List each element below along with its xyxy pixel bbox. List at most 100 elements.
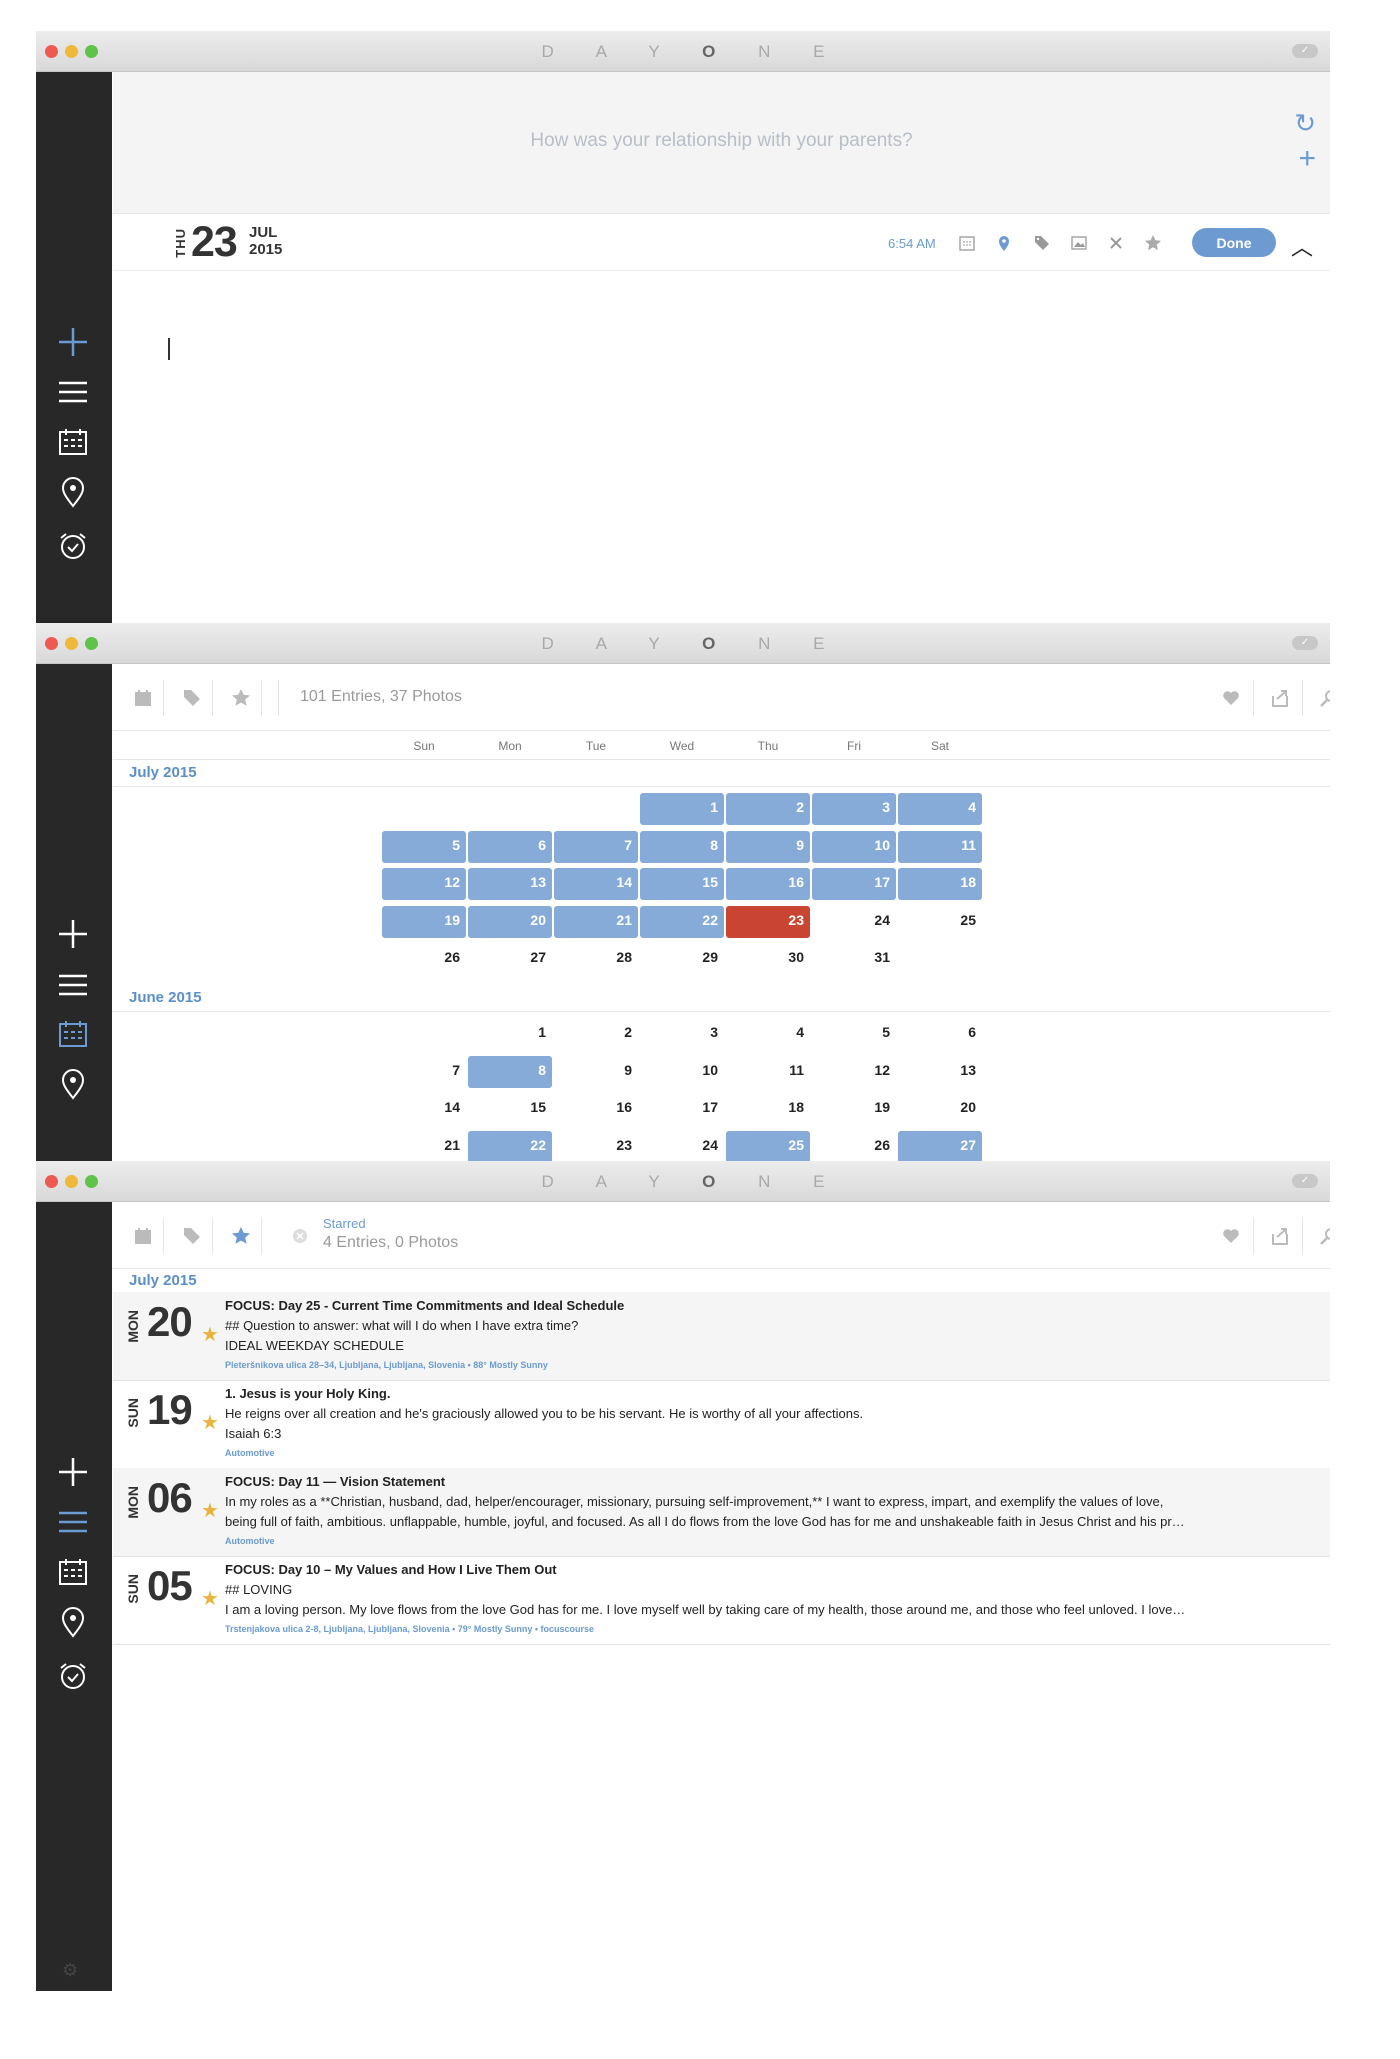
add-prompt-icon[interactable]: + <box>1298 144 1316 174</box>
calendar-view-icon[interactable] <box>48 422 98 462</box>
calendar-day-cell[interactable]: 10 <box>812 830 896 863</box>
calendar-day-cell[interactable]: 3 <box>812 793 896 825</box>
calendar-day-cell[interactable]: 24 <box>640 1131 724 1162</box>
calendar-day-cell[interactable]: 9 <box>726 830 810 863</box>
calendar-day-cell[interactable]: 19 <box>812 1093 896 1125</box>
collapse-chevron-up-icon[interactable]: ︿ <box>1291 230 1313 262</box>
calendar-day-cell[interactable]: 3 <box>640 1018 724 1050</box>
calendar-day-cell[interactable]: 12 <box>382 868 466 900</box>
calendar-day-cell[interactable]: 23 <box>554 1131 638 1162</box>
calendar-day-cell[interactable]: 14 <box>554 868 638 900</box>
calendar-day-cell[interactable]: 23 <box>726 905 810 938</box>
calendar-icon[interactable] <box>956 232 978 254</box>
search-icon[interactable] <box>1317 1224 1330 1248</box>
calendar-day-cell[interactable]: 7 <box>554 830 638 863</box>
calendar-day-cell[interactable]: 4 <box>898 793 982 825</box>
calendar-day-cell[interactable]: 26 <box>382 943 466 975</box>
calendar-day-cell[interactable]: 29 <box>640 943 724 975</box>
star-icon[interactable] <box>1142 232 1164 254</box>
tag-filter-icon[interactable] <box>180 686 204 710</box>
map-pin-icon[interactable] <box>48 1602 98 1642</box>
favorite-heart-icon[interactable] <box>1219 686 1243 710</box>
calendar-day-cell[interactable]: 16 <box>554 1093 638 1125</box>
map-pin-icon[interactable] <box>48 1064 98 1104</box>
calendar-day-cell[interactable]: 22 <box>468 1130 552 1161</box>
photo-icon[interactable] <box>1068 232 1090 254</box>
calendar-day-cell[interactable]: 5 <box>382 830 466 863</box>
share-icon[interactable] <box>1268 686 1292 710</box>
title-bar[interactable]: D A Y O N E ✓ <box>36 623 1330 664</box>
calendar-day-cell[interactable]: 19 <box>382 905 466 938</box>
calendar-filter-icon[interactable] <box>131 1224 155 1248</box>
settings-gear-icon[interactable]: ⚙ <box>62 1960 78 1981</box>
calendar-day-cell[interactable]: 30 <box>726 943 810 975</box>
calendar-day-cell[interactable]: 15 <box>640 868 724 900</box>
entry-row[interactable]: MON 06 ★ FOCUS: Day 11 — Vision Statement In… <box>113 1468 1330 1557</box>
entry-time[interactable]: 6:54 AM <box>888 236 936 251</box>
calendar-day-cell[interactable]: 2 <box>554 1018 638 1050</box>
title-bar[interactable]: D A Y O N E ✓ <box>36 31 1330 72</box>
calendar-day-cell[interactable]: 27 <box>468 943 552 975</box>
calendar-day-cell[interactable]: 18 <box>898 868 982 900</box>
new-entry-plus-icon[interactable] <box>48 914 98 954</box>
favorite-heart-icon[interactable] <box>1219 1224 1243 1248</box>
calendar-day-cell[interactable]: 25 <box>726 1130 810 1161</box>
delete-x-icon[interactable] <box>1105 232 1127 254</box>
entry-row[interactable]: SUN 05 ★ FOCUS: Day 10 – My Values and How … <box>113 1556 1330 1645</box>
calendar-day-cell[interactable]: 9 <box>554 1056 638 1088</box>
refresh-prompt-icon[interactable]: ↻ <box>1294 108 1316 139</box>
calendar-day-cell[interactable]: 21 <box>382 1131 466 1162</box>
calendar-day-cell[interactable]: 7 <box>382 1056 466 1088</box>
star-filter-icon[interactable] <box>229 686 253 710</box>
calendar-day-cell[interactable]: 20 <box>468 905 552 938</box>
calendar-view-icon[interactable] <box>48 1552 98 1592</box>
calendar-day-cell[interactable]: 20 <box>898 1093 982 1125</box>
calendar-day-cell[interactable]: 24 <box>812 906 896 938</box>
sync-cloud-icon[interactable]: ✓ <box>1292 44 1318 58</box>
calendar-day-cell[interactable]: 11 <box>898 830 982 863</box>
calendar-day-cell[interactable]: 22 <box>640 905 724 938</box>
calendar-day-cell[interactable]: 15 <box>468 1093 552 1125</box>
entry-day[interactable]: 23 <box>191 218 238 267</box>
calendar-day-cell[interactable]: 21 <box>554 905 638 938</box>
calendar-day-cell[interactable]: 11 <box>726 1056 810 1088</box>
map-pin-icon[interactable] <box>48 472 98 512</box>
entry-row[interactable]: MON 20 ★ FOCUS: Day 25 - Current Time Commi… <box>113 1292 1330 1381</box>
tag-icon[interactable] <box>1031 232 1053 254</box>
sync-cloud-icon[interactable]: ✓ <box>1292 636 1318 650</box>
title-bar[interactable]: D A Y O N E ✓ <box>36 1161 1330 1202</box>
calendar-day-cell[interactable]: 10 <box>640 1056 724 1088</box>
calendar-day-cell[interactable]: 25 <box>898 906 982 938</box>
calendar-day-cell[interactable]: 8 <box>640 830 724 863</box>
calendar-day-cell[interactable]: 17 <box>812 868 896 900</box>
sync-cloud-icon[interactable]: ✓ <box>1292 1174 1318 1188</box>
calendar-day-cell[interactable]: 2 <box>726 793 810 825</box>
search-icon[interactable] <box>1317 686 1330 710</box>
calendar-day-cell[interactable]: 4 <box>726 1018 810 1050</box>
calendar-day-cell[interactable]: 6 <box>898 1018 982 1050</box>
calendar-day-cell[interactable]: 26 <box>812 1131 896 1162</box>
calendar-day-cell[interactable]: 1 <box>640 793 724 825</box>
list-view-icon[interactable] <box>48 965 98 1005</box>
calendar-day-cell[interactable]: 13 <box>898 1056 982 1088</box>
clear-filter-icon[interactable] <box>288 1224 312 1248</box>
reminder-alarm-icon[interactable] <box>48 526 98 566</box>
new-entry-plus-icon[interactable] <box>48 322 98 362</box>
star-filter-icon[interactable] <box>229 1224 253 1248</box>
calendar-day-cell[interactable]: 13 <box>468 868 552 900</box>
new-entry-plus-icon[interactable] <box>48 1452 98 1492</box>
calendar-day-cell[interactable]: 12 <box>812 1056 896 1088</box>
calendar-day-cell[interactable]: 28 <box>554 943 638 975</box>
calendar-day-cell[interactable]: 8 <box>468 1055 552 1088</box>
calendar-day-cell[interactable]: 5 <box>812 1018 896 1050</box>
entry-row[interactable]: SUN 19 ★ 1. Jesus is your Holy King. He reig… <box>113 1380 1330 1469</box>
calendar-day-cell[interactable]: 6 <box>468 830 552 863</box>
tag-filter-icon[interactable] <box>180 1224 204 1248</box>
calendar-view-icon[interactable] <box>48 1014 98 1054</box>
calendar-day-cell[interactable]: 14 <box>382 1093 466 1125</box>
calendar-day-cell[interactable]: 16 <box>726 868 810 900</box>
calendar-day-cell[interactable]: 17 <box>640 1093 724 1125</box>
calendar-day-cell[interactable]: 27 <box>898 1130 982 1161</box>
location-icon[interactable] <box>993 232 1015 254</box>
calendar-day-cell[interactable]: 1 <box>468 1018 552 1050</box>
